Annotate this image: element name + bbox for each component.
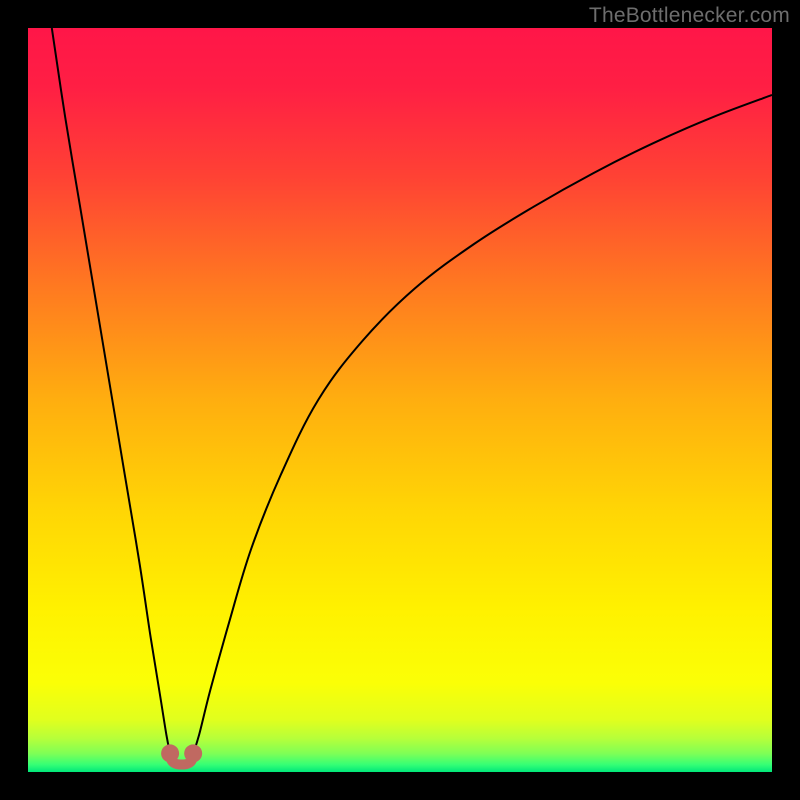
chart-outer-frame: TheBottlenecker.com [0,0,800,800]
valley-marker-right-dot [184,744,202,762]
plot-area [28,28,772,772]
chart-svg [28,28,772,772]
attribution-label: TheBottlenecker.com [589,4,790,28]
valley-marker-left-dot [161,744,179,762]
